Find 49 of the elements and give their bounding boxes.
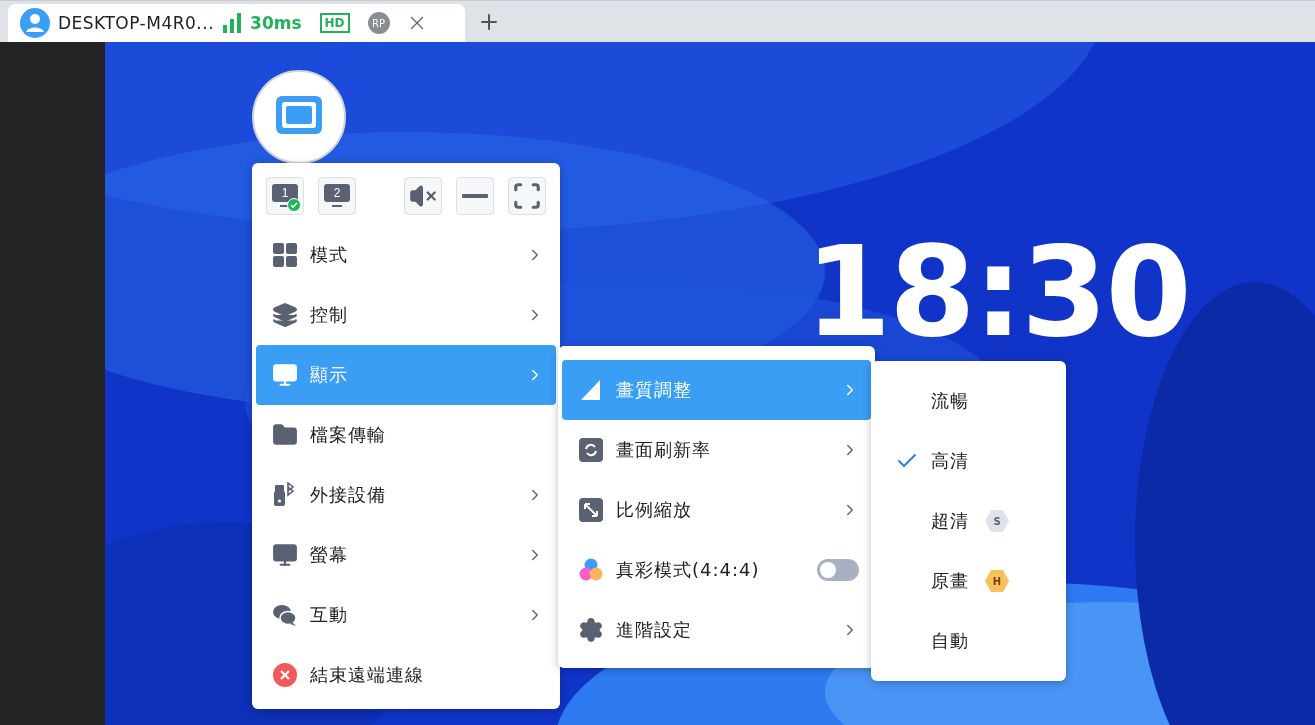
screen-number: 2 [332, 186, 342, 200]
menu-item[interactable]: 檔案傳輸 [256, 405, 556, 465]
monitor-icon [272, 362, 298, 388]
toggle-switch[interactable] [817, 559, 859, 581]
menu-item[interactable]: 互動 [256, 585, 556, 645]
signal-icon [222, 13, 243, 33]
menu-item[interactable]: 比例縮放 [562, 480, 871, 540]
menu-item[interactable]: 外接設備 [256, 465, 556, 525]
quality-option[interactable]: 高清 [875, 431, 1062, 491]
monitor-icon [322, 182, 352, 210]
quality-option[interactable]: 超清 S [875, 491, 1062, 551]
layers-icon [272, 302, 298, 328]
menu-item[interactable]: 畫面刷新率 [562, 420, 871, 480]
settings-icon [578, 617, 604, 643]
mute-button[interactable] [404, 177, 442, 215]
monitor-icon [270, 182, 300, 210]
screen-button[interactable]: 2 [318, 177, 356, 215]
resize-icon [578, 497, 604, 523]
monitor-icon [272, 542, 298, 568]
quality-option[interactable]: 流暢 [875, 371, 1062, 431]
hd-label: HD [319, 13, 350, 33]
screen-button[interactable]: 1 [266, 177, 304, 215]
latency-text: 30ms [250, 13, 302, 33]
fullscreen-icon [512, 181, 542, 211]
refresh-icon [578, 437, 604, 463]
menu-item[interactable]: 結束遠端連線 [256, 645, 556, 705]
fullscreen-button[interactable] [508, 177, 546, 215]
check-badge-icon [287, 198, 301, 212]
quality-option[interactable]: 原畫 H [875, 551, 1062, 611]
tab-title: DESKTOP-M4R0... [58, 13, 215, 33]
menu-item[interactable]: 螢幕 [256, 525, 556, 585]
menu-item[interactable]: 模式 [256, 225, 556, 285]
quality-option[interactable]: 自動 [875, 611, 1062, 671]
user-avatar-icon [20, 8, 50, 38]
menu-item[interactable]: 真彩模式(4:4:4) [562, 540, 871, 600]
folder-icon [272, 422, 298, 448]
user-initials: RP [367, 12, 390, 34]
tier-badge: H [985, 570, 1009, 592]
close-icon [272, 662, 298, 688]
chat-icon [272, 602, 298, 628]
minimize-button[interactable] [456, 177, 494, 215]
tier-badge: S [985, 510, 1009, 532]
minimize-icon [462, 194, 488, 198]
menu-item[interactable]: 控制 [256, 285, 556, 345]
grid-icon [272, 242, 298, 268]
color-circles-icon [578, 557, 604, 583]
menu-item[interactable]: 進階設定 [562, 600, 871, 660]
screen-number: 1 [280, 186, 290, 200]
session-tab[interactable]: DESKTOP-M4R0... 30ms HD RP [8, 4, 465, 42]
